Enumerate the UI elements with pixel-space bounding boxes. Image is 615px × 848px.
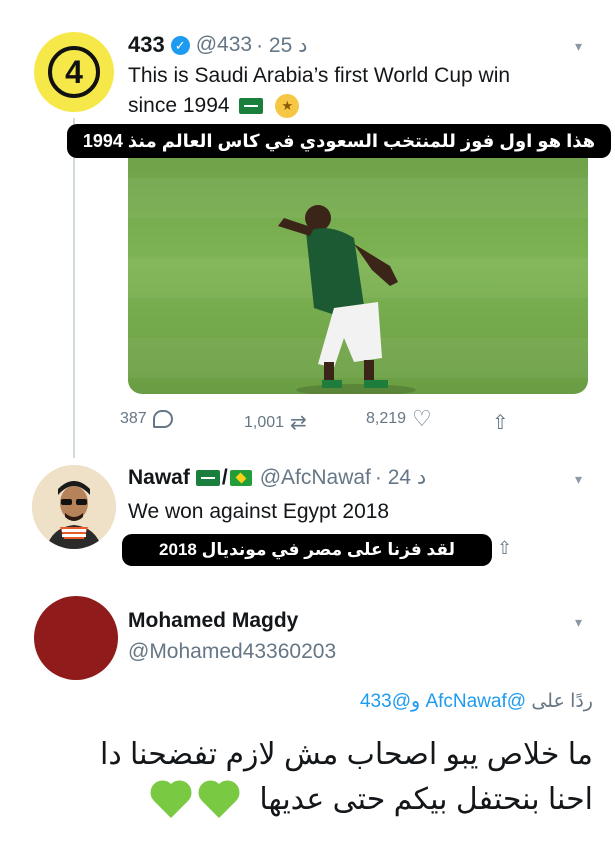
- number-badge: 4: [48, 46, 100, 98]
- tweet1-header: 433 ✓ @433 · 25 د: [128, 32, 307, 58]
- tweet1-arabic-caption: هذا هو اول فوز للمنتخب السعودي في كاس ال…: [67, 124, 611, 158]
- green-hearts: [153, 783, 237, 819]
- avatar-nawaf-photo: [32, 465, 116, 549]
- saudi-flag-icon: [239, 98, 264, 115]
- tweet1-media-image[interactable]: [128, 158, 588, 394]
- replying-to: ردًا على @AfcNawaf و@433: [360, 690, 593, 713]
- star-struck-emoji-icon: ★: [275, 94, 300, 119]
- tweet2-arabic-caption: لقد فزنا على مصر في مونديال 2018: [122, 534, 492, 566]
- retweet-icon: ⇄: [290, 412, 307, 434]
- reply-count: 387: [120, 410, 147, 427]
- tweet2-text: We won against Egypt 2018: [128, 500, 390, 523]
- chevron-down-icon[interactable]: ▾: [575, 38, 582, 55]
- flag-separator: /: [221, 465, 228, 489]
- tweet2-header: Nawaf / @AfcNawaf · 24 د: [128, 465, 426, 490]
- avatar-nawaf[interactable]: [32, 465, 116, 549]
- tweet1-text: This is Saudi Arabia’s first World Cup w…: [128, 61, 510, 121]
- reply-text-line2-wrap: احنا بنحتفل بيكم حتى عديها: [153, 782, 593, 819]
- tweet1-text-line1: This is Saudi Arabia’s first World Cup w…: [128, 64, 511, 87]
- player-photo: [278, 205, 416, 394]
- tweet2-time: · 24 د: [374, 466, 427, 489]
- tweet1-handle[interactable]: @433: [196, 33, 252, 57]
- reply-author-name[interactable]: Mohamed Magdy: [128, 609, 298, 633]
- tweet2-author-name[interactable]: Nawaf: [128, 466, 190, 490]
- replying-to-prefix: ردًا على: [531, 691, 593, 712]
- reply-text-line2: احنا بنحتفل بيكم حتى عديها: [259, 783, 593, 816]
- share-icon[interactable]: ⇧: [497, 538, 512, 559]
- tweet2-handle[interactable]: @AfcNawaf: [260, 466, 371, 490]
- brazil-flag-icon: [229, 469, 252, 486]
- tweet1-author-name[interactable]: 433: [128, 32, 165, 58]
- retweet-button[interactable]: 1,001 ⇄: [244, 410, 307, 435]
- reply-text-line1: ما خلاص يبو اصحاب مش لازم تفضحنا دا: [99, 738, 593, 771]
- tweet1-time: · 25 د: [256, 33, 308, 57]
- reply-author-handle[interactable]: @Mohamed43360203: [128, 640, 336, 664]
- like-button[interactable]: 8,219 ♡: [366, 406, 432, 431]
- share-icon: ⇧: [492, 412, 509, 434]
- chevron-down-icon[interactable]: ▾: [575, 614, 582, 631]
- verified-badge-icon: ✓: [170, 35, 190, 55]
- tweet1-text-line2: since 1994: [128, 94, 230, 117]
- avatar-mohamed[interactable]: [34, 596, 118, 680]
- green-heart-icon: [153, 784, 188, 819]
- replying-to-handles[interactable]: @AfcNawaf و@433: [360, 691, 526, 712]
- avatar-433[interactable]: 4: [34, 32, 114, 112]
- thread-line: [73, 118, 75, 458]
- reply-icon: [152, 410, 173, 428]
- share-button[interactable]: ⇧: [492, 410, 509, 435]
- chevron-down-icon[interactable]: ▾: [575, 471, 582, 488]
- saudi-flag-icon: [195, 469, 220, 486]
- retweet-count: 1,001: [244, 413, 285, 431]
- reply-button[interactable]: 387: [120, 410, 173, 428]
- tweet1-action-bar: 387 1,001 ⇄ 8,219 ♡ ⇧: [120, 406, 540, 435]
- green-heart-icon: [202, 784, 236, 819]
- tweet1-text-line2-wrap: since 1994 ★: [128, 91, 510, 121]
- like-icon: ♡: [412, 406, 432, 431]
- like-count: 8,219: [366, 410, 407, 427]
